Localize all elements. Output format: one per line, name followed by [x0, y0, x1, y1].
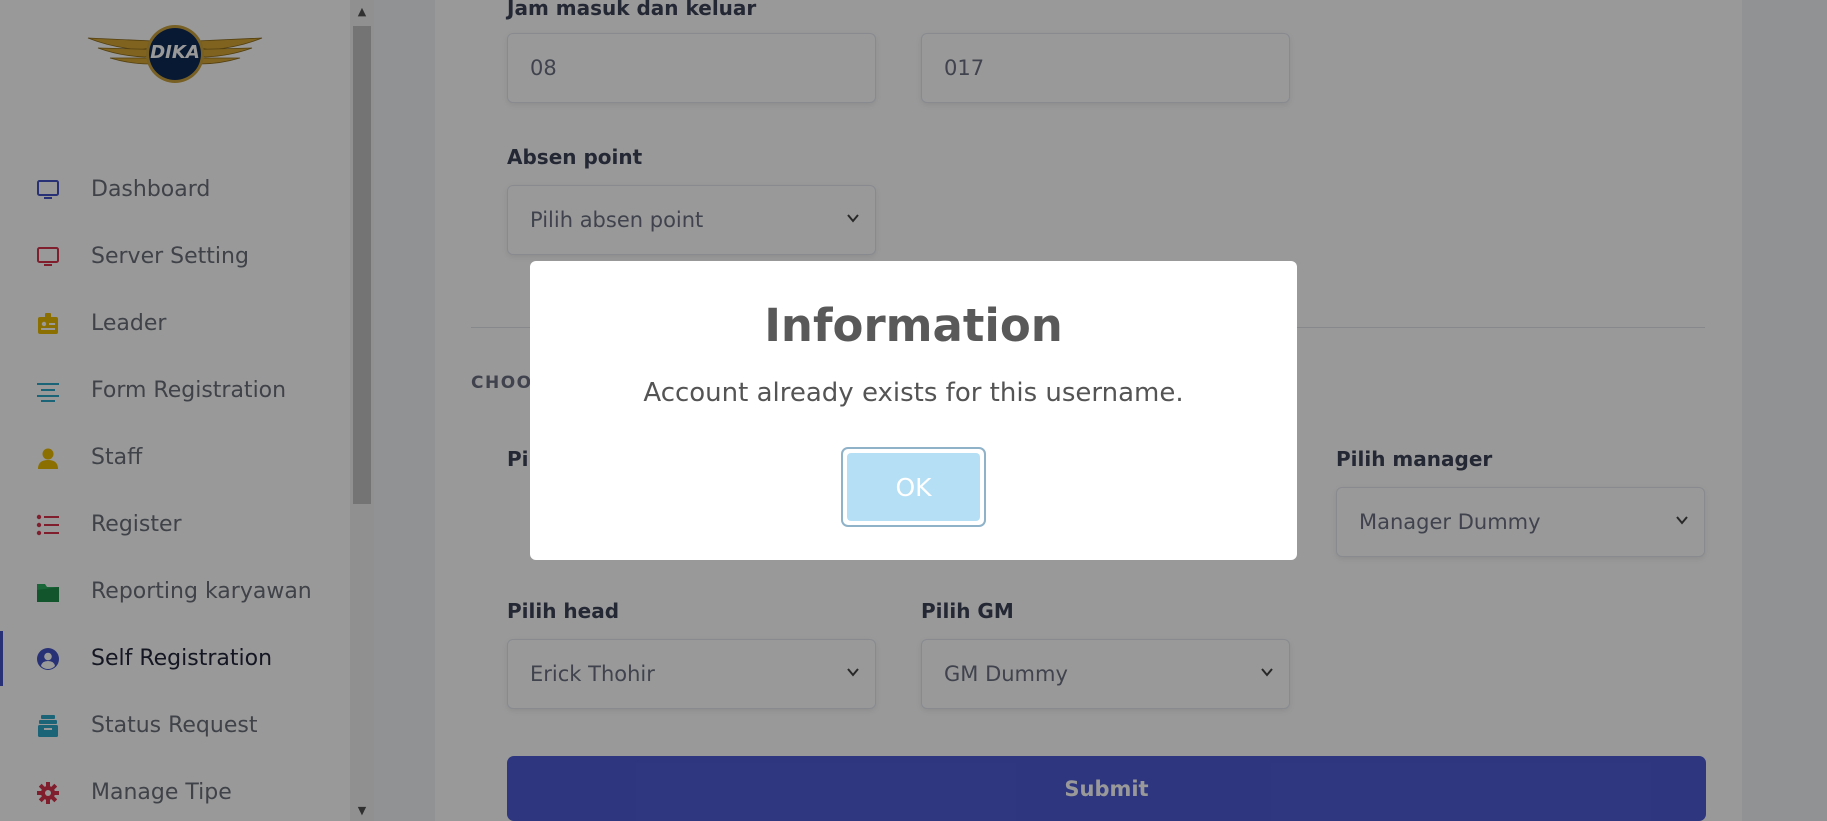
ok-button-label: OK [847, 453, 980, 521]
ok-button[interactable]: OK [841, 447, 986, 527]
information-dialog: Information Account already exists for t… [530, 261, 1297, 560]
dialog-title: Information [764, 299, 1063, 352]
dialog-message: Account already exists for this username… [643, 378, 1184, 408]
